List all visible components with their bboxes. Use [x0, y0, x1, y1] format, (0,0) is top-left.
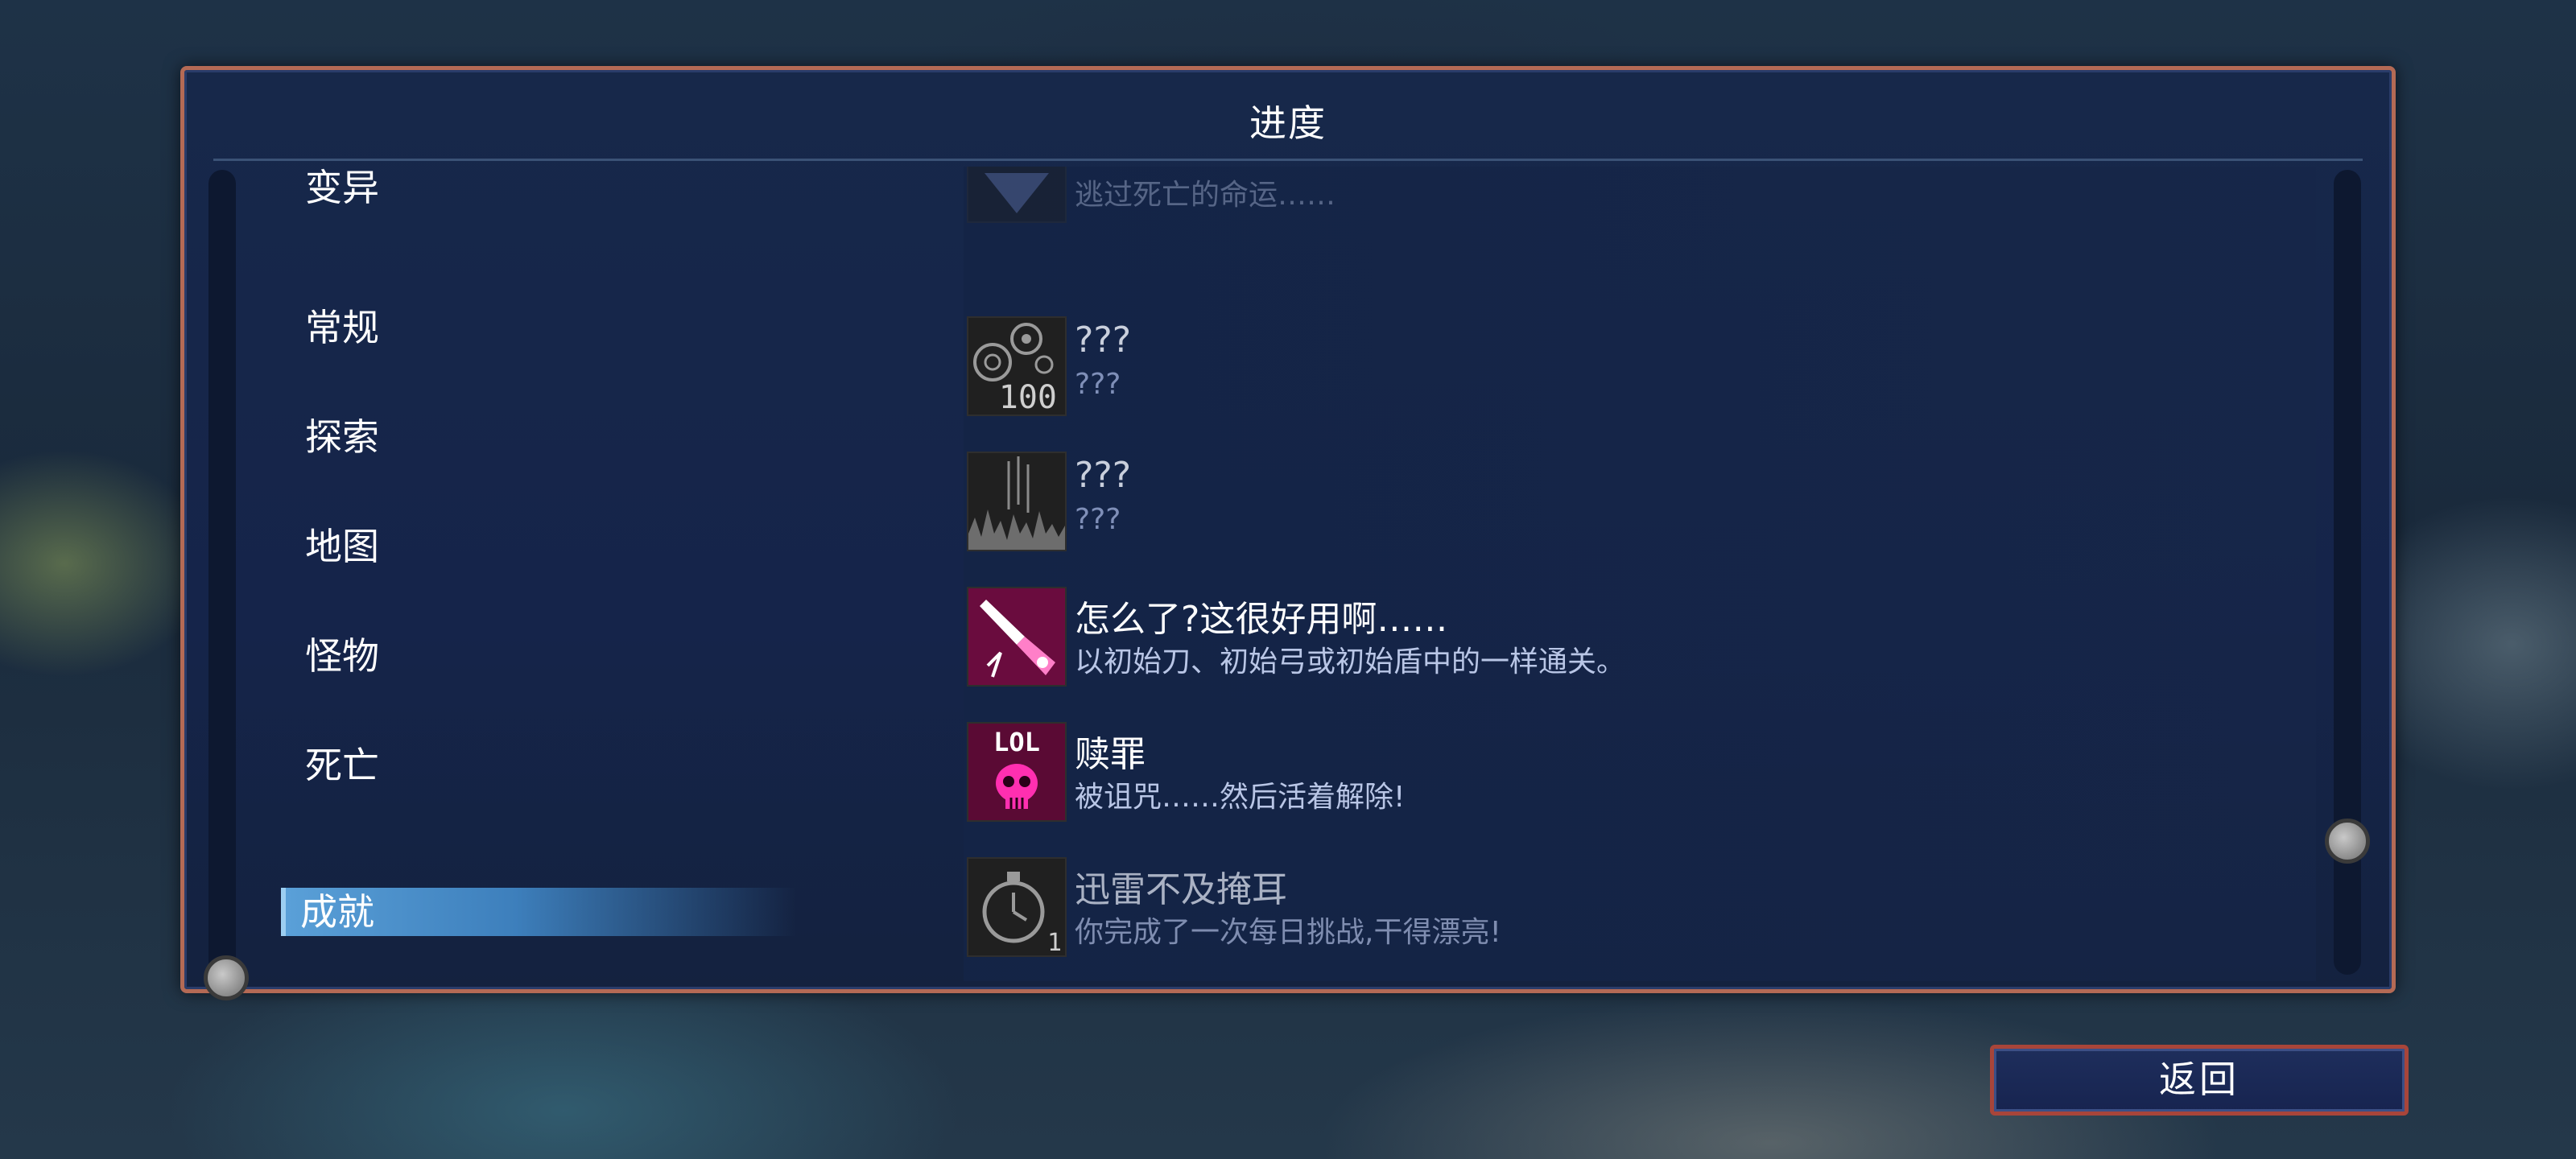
achievement-description: ??? — [1075, 503, 1121, 536]
achievement-title: 迅雷不及掩耳 — [1075, 869, 1287, 910]
achievement-description: 以初始刀、初始弓或初始盾中的一样通关。 — [1075, 645, 1626, 678]
progress-panel: 进度 变异 常规 探索 地图 怪物 死亡 成就 逃过死亡的命运…… 100 ??… — [180, 66, 2396, 1000]
category-mutations[interactable]: 变异 — [281, 163, 796, 212]
starter-sword-icon — [967, 587, 1067, 687]
achievement-description: 被诅咒……然后活着解除! — [1075, 781, 1406, 814]
achievement-title: ??? — [1075, 320, 1132, 361]
stopwatch-icon: 1 — [967, 857, 1067, 957]
achievement-row[interactable]: ??? ??? — [964, 452, 2316, 556]
icon-counter: 1 — [1047, 929, 1062, 955]
orbs-100-icon: 100 — [967, 316, 1067, 416]
spikes-icon — [967, 452, 1067, 551]
category-scrollbar[interactable] — [208, 170, 236, 975]
achievement-description: ??? — [1075, 368, 1121, 401]
achievement-title: 赎罪 — [1075, 734, 1146, 775]
achievement-row[interactable]: 100 ??? ??? — [964, 316, 2316, 421]
achievement-description: 你完成了一次每日挑战,干得漂亮! — [1075, 916, 1501, 949]
achievement-title: ??? — [1075, 455, 1132, 496]
category-list: 变异 常规 探索 地图 怪物 死亡 成就 — [281, 70, 1005, 996]
achievement-row[interactable]: 怎么了?这很好用啊…… 以初始刀、初始弓或初始盾中的一样通关。 — [964, 587, 2316, 691]
achievement-list[interactable]: 逃过死亡的命运…… 100 ??? ??? ??? ??? 怎么了?这很好用啊…… — [964, 167, 2316, 981]
faded-achievement-icon — [967, 167, 1067, 223]
back-button[interactable]: 返回 — [1990, 1045, 2409, 1116]
achievement-scroll-knob[interactable] — [2325, 819, 2370, 864]
category-monsters[interactable]: 怪物 — [281, 632, 796, 680]
category-death[interactable]: 死亡 — [281, 741, 796, 790]
category-exploration[interactable]: 探索 — [281, 413, 796, 461]
lol-skull-icon: LOL — [967, 722, 1067, 822]
category-general[interactable]: 常规 — [281, 303, 796, 352]
category-scroll-knob[interactable] — [204, 955, 249, 1000]
achievement-title: 怎么了?这很好用啊…… — [1075, 599, 1448, 640]
achievement-row[interactable]: LOL 赎罪 被诅咒……然后活着解除! — [964, 722, 2316, 827]
category-achievements[interactable]: 成就 — [281, 888, 796, 936]
achievement-row[interactable]: 逃过死亡的命运…… — [964, 167, 2316, 228]
category-map[interactable]: 地图 — [281, 522, 796, 571]
achievement-row[interactable]: 1 迅雷不及掩耳 你完成了一次每日挑战,干得漂亮! — [964, 857, 2316, 962]
icon-counter: 100 — [999, 379, 1057, 415]
icon-lol-text: LOL — [993, 727, 1040, 757]
achievement-description: 逃过死亡的命运…… — [1075, 179, 1336, 212]
